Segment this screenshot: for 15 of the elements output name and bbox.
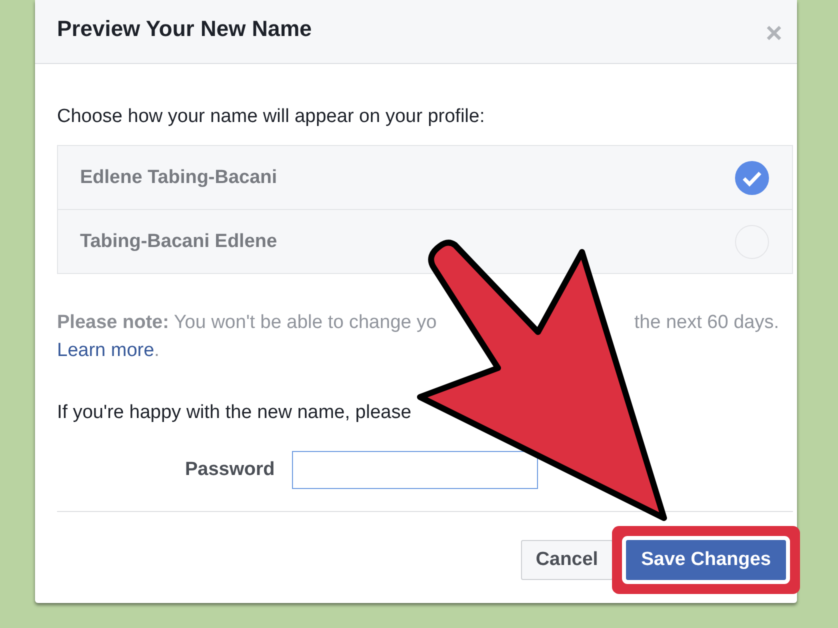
password-field[interactable]: [292, 451, 538, 489]
name-text: Tabing-Bacani Edlene: [80, 230, 278, 252]
learn-more-link[interactable]: Learn more: [57, 340, 154, 361]
password-label: Password: [185, 459, 275, 481]
dialog-title: Preview Your New Name: [57, 16, 312, 42]
name-text: Edlene Tabing-Bacani: [80, 166, 278, 188]
close-icon[interactable]: [765, 24, 783, 42]
confirm-text: If you're happy with the new name, please: [57, 402, 412, 424]
name-option[interactable]: Edlene Tabing-Bacani: [58, 146, 792, 209]
check-icon[interactable]: [735, 160, 769, 194]
note-link-line: Learn more.: [57, 340, 160, 362]
prompt-text: Choose how your name will appear on your profile:: [57, 106, 486, 128]
note-text: the next 60 days.: [634, 312, 779, 334]
note-text: Please note: You won't be able to change yo: [57, 312, 437, 334]
cancel-button[interactable]: Cancel: [520, 540, 614, 580]
